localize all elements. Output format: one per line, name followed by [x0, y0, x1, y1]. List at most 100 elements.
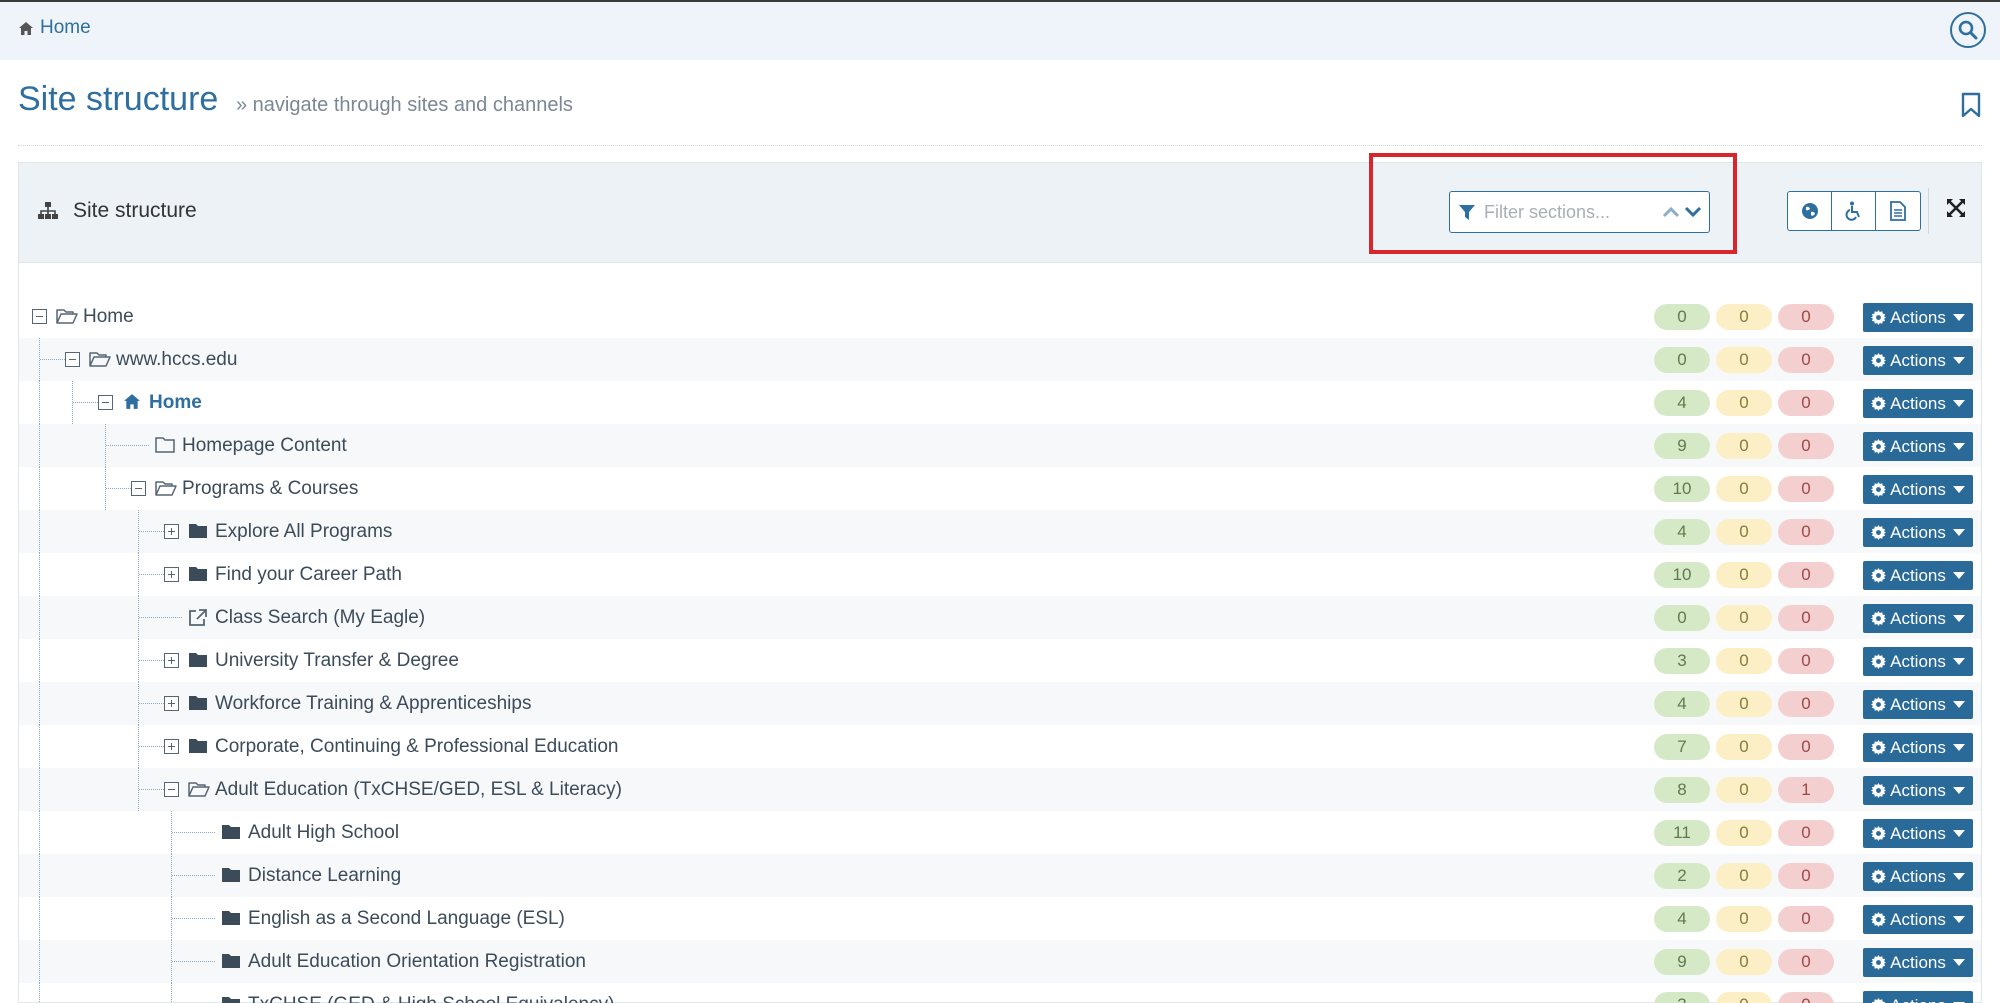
actions-dropdown-button[interactable]: Actions: [1863, 819, 1973, 848]
actions-dropdown-button[interactable]: Actions: [1863, 905, 1973, 934]
actions-dropdown-button[interactable]: Actions: [1863, 432, 1973, 461]
actions-dropdown-button[interactable]: Actions: [1863, 690, 1973, 719]
tree-item-label[interactable]: Workforce Training & Apprenticeships: [215, 693, 531, 715]
expand-toggle-icon[interactable]: [164, 696, 179, 711]
caret-down-icon: [1952, 529, 1965, 536]
tree-connector: [139, 660, 164, 661]
published-count-badge: 0: [1654, 347, 1710, 373]
chevron-down-icon[interactable]: [1684, 205, 1702, 219]
actions-dropdown-button[interactable]: Actions: [1863, 518, 1973, 547]
tree-row[interactable]: Class Search (My Eagle) 0 0 0 Actions: [19, 596, 1981, 639]
tree-item-label[interactable]: Corporate, Continuing & Professional Edu…: [215, 736, 618, 758]
home-icon: [19, 21, 33, 35]
pending-count-badge: 0: [1716, 777, 1772, 803]
actions-dropdown-button[interactable]: Actions: [1863, 776, 1973, 805]
chevron-up-icon[interactable]: [1662, 205, 1680, 219]
tree-row[interactable]: www.hccs.edu 0 0 0 Actions: [19, 338, 1981, 381]
breadcrumb-home[interactable]: Home: [18, 17, 91, 39]
actions-dropdown-button[interactable]: Actions: [1863, 303, 1973, 332]
tree-row[interactable]: Home 4 0 0 Actions: [19, 381, 1981, 424]
tree-row[interactable]: University Transfer & Degree 3 0 0 Actions: [19, 639, 1981, 682]
tree-item-label[interactable]: Adult Education Orientation Registration: [248, 951, 586, 973]
tree-item-label[interactable]: Adult High School: [248, 822, 399, 844]
tree-item-label[interactable]: Distance Learning: [248, 865, 401, 887]
actions-dropdown-button[interactable]: Actions: [1863, 389, 1973, 418]
tree-row[interactable]: Workforce Training & Apprenticeships 4 0 0 A…: [19, 682, 1981, 725]
error-count-badge: 0: [1778, 863, 1834, 889]
tree-item-label[interactable]: Home: [149, 392, 202, 414]
tree-item-label[interactable]: University Transfer & Degree: [215, 650, 459, 672]
tree-row[interactable]: Homepage Content 9 0 0 Actions: [19, 424, 1981, 467]
tree-item-label[interactable]: Programs & Courses: [182, 478, 358, 500]
tree-row[interactable]: Find your Career Path 10 0 0 Actions: [19, 553, 1981, 596]
expand-toggle-icon[interactable]: [164, 653, 179, 668]
collapse-toggle-icon[interactable]: [98, 395, 113, 410]
error-count-badge: 0: [1778, 390, 1834, 416]
caret-down-icon: [1952, 873, 1965, 880]
tree-item-label[interactable]: Class Search (My Eagle): [215, 607, 425, 629]
actions-dropdown-button[interactable]: Actions: [1863, 733, 1973, 762]
error-count-badge: 0: [1778, 562, 1834, 588]
tree-row[interactable]: Corporate, Continuing & Professional Edu…: [19, 725, 1981, 768]
collapse-toggle-icon[interactable]: [131, 481, 146, 496]
collapse-toggle-icon[interactable]: [32, 309, 47, 324]
tree-item-label[interactable]: Find your Career Path: [215, 564, 402, 586]
tree-row[interactable]: Home 0 0 0 Actions: [19, 295, 1981, 338]
tree-row[interactable]: English as a Second Language (ESL) 4 0 0 Act…: [19, 897, 1981, 940]
tree-item-label[interactable]: Adult Education (TxCHSE/GED, ESL & Liter…: [215, 779, 622, 801]
accessibility-button[interactable]: [1832, 192, 1876, 230]
tree-row[interactable]: TxCHSE (GED & High School Equivalency)30…: [19, 983, 1981, 1003]
search-button[interactable]: [1950, 12, 1986, 48]
folder-icon: [188, 651, 208, 673]
published-count-badge: 4: [1654, 691, 1710, 717]
actions-dropdown-button[interactable]: Actions: [1863, 346, 1973, 375]
actions-dropdown-button[interactable]: Actions: [1863, 948, 1973, 977]
tree-item-label[interactable]: Homepage Content: [182, 435, 347, 457]
caret-down-icon: [1952, 744, 1965, 751]
published-count-badge: 9: [1654, 949, 1710, 975]
tree-item-label[interactable]: English as a Second Language (ESL): [248, 908, 565, 930]
tree-item-label[interactable]: TxCHSE (GED & High School Equivalency): [248, 994, 614, 1003]
caret-down-icon: [1952, 357, 1965, 364]
actions-dropdown-button[interactable]: Actions: [1863, 862, 1973, 891]
sitemap-icon: [38, 202, 58, 219]
fullscreen-button[interactable]: [1946, 198, 1966, 223]
gear-icon: [1871, 826, 1887, 841]
folder-open-icon: [56, 307, 78, 330]
bookmark-button[interactable]: [1960, 92, 1982, 123]
collapse-toggle-icon[interactable]: [65, 352, 80, 367]
gear-icon: [1871, 396, 1887, 411]
actions-label: Actions: [1890, 952, 1946, 972]
pending-count-badge: 0: [1716, 691, 1772, 717]
actions-dropdown-button[interactable]: Actions: [1863, 561, 1973, 590]
actions-label: Actions: [1890, 350, 1946, 370]
error-count-badge: 0: [1778, 476, 1834, 502]
actions-dropdown-button[interactable]: Actions: [1863, 991, 1973, 1003]
document-icon: [1890, 201, 1906, 221]
actions-label: Actions: [1890, 436, 1946, 456]
tree-row[interactable]: Distance Learning 2 0 0 Actions: [19, 854, 1981, 897]
tree-row[interactable]: Adult High School 11 0 0 Actions: [19, 811, 1981, 854]
tree-item-label[interactable]: Home: [83, 306, 134, 328]
expand-toggle-icon[interactable]: [164, 567, 179, 582]
document-button[interactable]: [1876, 192, 1920, 230]
actions-dropdown-button[interactable]: Actions: [1863, 604, 1973, 633]
tree-item-label[interactable]: www.hccs.edu: [116, 349, 237, 371]
expand-toggle-icon[interactable]: [164, 524, 179, 539]
filter-input[interactable]: [1484, 201, 1654, 223]
tree-row[interactable]: Adult Education (TxCHSE/GED, ESL & Liter…: [19, 768, 1981, 811]
pending-count-badge: 0: [1716, 949, 1772, 975]
collapse-toggle-icon[interactable]: [164, 782, 179, 797]
actions-dropdown-button[interactable]: Actions: [1863, 647, 1973, 676]
expand-icon: [1947, 199, 1965, 217]
error-count-badge: 0: [1778, 304, 1834, 330]
actions-dropdown-button[interactable]: Actions: [1863, 475, 1973, 504]
published-count-badge: 8: [1654, 777, 1710, 803]
expand-toggle-icon[interactable]: [164, 739, 179, 754]
caret-down-icon: [1952, 572, 1965, 579]
globe-button[interactable]: [1788, 192, 1832, 230]
tree-row[interactable]: Adult Education Orientation Registration…: [19, 940, 1981, 983]
tree-item-label[interactable]: Explore All Programs: [215, 521, 392, 543]
tree-row[interactable]: Programs & Courses 10 0 0 Actions: [19, 467, 1981, 510]
tree-row[interactable]: Explore All Programs 4 0 0 Actions: [19, 510, 1981, 553]
